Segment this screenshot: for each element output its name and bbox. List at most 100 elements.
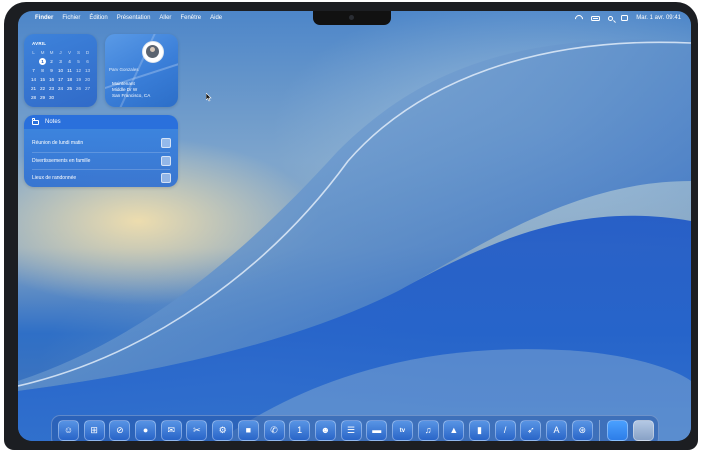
calendar-day: 14 [30,77,37,82]
calendar-day-today: 1 [39,58,46,65]
calendar-grid: L M M J V S D 1 2 3 4 5 6 7 8 9 10 11 12 [29,49,92,101]
notes-title: Notes [45,119,61,125]
weekday-label: V [67,50,72,55]
calendar-day: 2 [50,59,53,64]
weekday-label: J [59,50,62,55]
calendar-day: 4 [68,59,71,64]
tv-icon[interactable]: tv [391,420,413,441]
note-item[interactable]: Réunion de lundi matin [24,134,178,151]
calendar-day: 20 [84,77,91,82]
phone-icon[interactable]: ✆ [263,420,285,441]
menu-aller[interactable]: Aller [159,15,171,21]
mouse-cursor-icon [206,93,212,102]
calendar-day: 22 [39,86,46,91]
keynote-icon[interactable]: ▲ [443,420,465,441]
calendar-day: 8 [41,68,44,73]
calendar-day: 24 [57,86,64,91]
settings-icon[interactable]: ⚙ [212,420,234,441]
camera-notch [313,11,391,25]
calendar-day: 16 [48,77,55,82]
weekday-label: M [40,50,45,55]
note-thumbnail-icon [161,137,171,148]
system-icon[interactable]: ⊛ [571,420,593,441]
menu-edition[interactable]: Édition [89,15,107,21]
spotlight-search-icon[interactable] [608,15,614,21]
reminders-icon[interactable]: ☰ [340,420,362,441]
menu-app-name[interactable]: Finder [35,15,53,21]
numbers-icon[interactable]: ▮ [469,420,490,441]
note-title: Divertissements en famille [32,157,91,164]
map-person-name: Parv Gonzales [109,67,139,72]
calendar-day: 25 [66,86,73,91]
safari-icon[interactable]: ⊘ [109,420,131,441]
menu-aide[interactable]: Aide [210,15,222,21]
note-item[interactable]: Lieux de randonnée [24,169,178,186]
weekday-label: D [85,50,90,55]
battery-icon[interactable] [591,15,601,21]
menu-fichier[interactable]: Fichier [62,15,80,21]
calendar-day: 7 [32,68,35,73]
contacts-icon[interactable]: ☻ [314,420,336,441]
calendar-day: 3 [59,59,62,64]
menu-clock[interactable]: Mar. 1 avr. 09:41 [636,15,681,21]
camera-icon [349,15,354,20]
messages-icon[interactable]: ● [135,420,157,441]
trash-icon[interactable] [632,420,654,441]
calendar-day: 23 [48,86,55,91]
location-city: San Francisco, CA [112,93,151,98]
finder-icon[interactable]: ☺ [58,420,79,441]
calendar-day: 17 [57,77,64,82]
rocket-icon[interactable]: ➶ [520,420,542,441]
calendar-day [29,58,38,65]
menu-fenetre[interactable]: Fenêtre [180,15,201,21]
calendar-day: 27 [84,86,91,91]
folder-icon[interactable] [607,420,629,441]
calendar-day: 11 [67,68,72,73]
avatar [146,45,159,58]
calendar-day: 15 [39,77,46,82]
notes-icon[interactable]: ▬ [366,420,388,441]
calendar-icon[interactable]: 1 [289,420,311,441]
wifi-icon[interactable] [575,15,583,21]
dock-separator [599,420,601,441]
app-store-icon[interactable]: A [546,420,568,441]
calendar-day: 26 [75,86,82,91]
facetime-icon[interactable]: ■ [237,420,259,441]
location-pin [142,41,164,63]
calendar-day: 9 [50,68,53,73]
note-title: Lieux de randonnée [32,174,77,181]
mail-icon[interactable]: ✉ [160,420,182,441]
calendar-widget[interactable]: AVRIL L M M J V S D 1 2 3 4 5 6 7 8 9 10 [24,34,97,107]
pages-icon[interactable]: / [494,420,516,441]
calendar-day: 18 [66,77,73,82]
weekday-label: L [32,50,35,55]
dock: ☺ ⊞ ⊘ ● ✉ ✂ ⚙ ■ ✆ 1 ☻ ☰ ▬ tv ♫ ▲ ▮ / ➶ A [51,415,659,441]
weekday-label: M [49,50,54,55]
calendar-day: 10 [57,68,64,73]
notes-widget[interactable]: Notes Réunion de lundi matin Divertissem… [24,115,178,187]
note-thumbnail-icon [161,172,171,183]
find-my-widget[interactable]: Parv Gonzales Maintenant Middle Dr W San… [105,34,178,107]
calendar-day: 28 [30,95,37,100]
calendar-day: 29 [39,95,46,100]
note-item[interactable]: Divertissements en famille [24,152,178,169]
calendar-month: AVRIL [32,41,47,46]
weekday-label: S [76,50,81,55]
calendar-day: 6 [86,59,89,64]
note-thumbnail-icon [161,155,171,166]
notes-header: Notes [24,115,178,129]
control-center-icon[interactable] [621,15,629,21]
note-title: Réunion de lundi matin [32,139,84,146]
folder-icon [32,118,39,125]
calendar-day: 5 [77,59,80,64]
pinwheel-icon[interactable]: ✂ [186,420,208,441]
calendar-day: 30 [48,95,55,100]
laptop-frame: Finder Fichier Édition Présentation Alle… [4,2,698,450]
calendar-day: 12 [75,68,82,73]
calendar-day: 13 [84,68,91,73]
menu-presentation[interactable]: Présentation [117,15,151,21]
calendar-day: 21 [30,86,37,91]
launchpad-icon[interactable]: ⊞ [83,420,105,441]
music-icon[interactable]: ♫ [417,420,439,441]
desktop-screen: Finder Fichier Édition Présentation Alle… [18,11,691,441]
